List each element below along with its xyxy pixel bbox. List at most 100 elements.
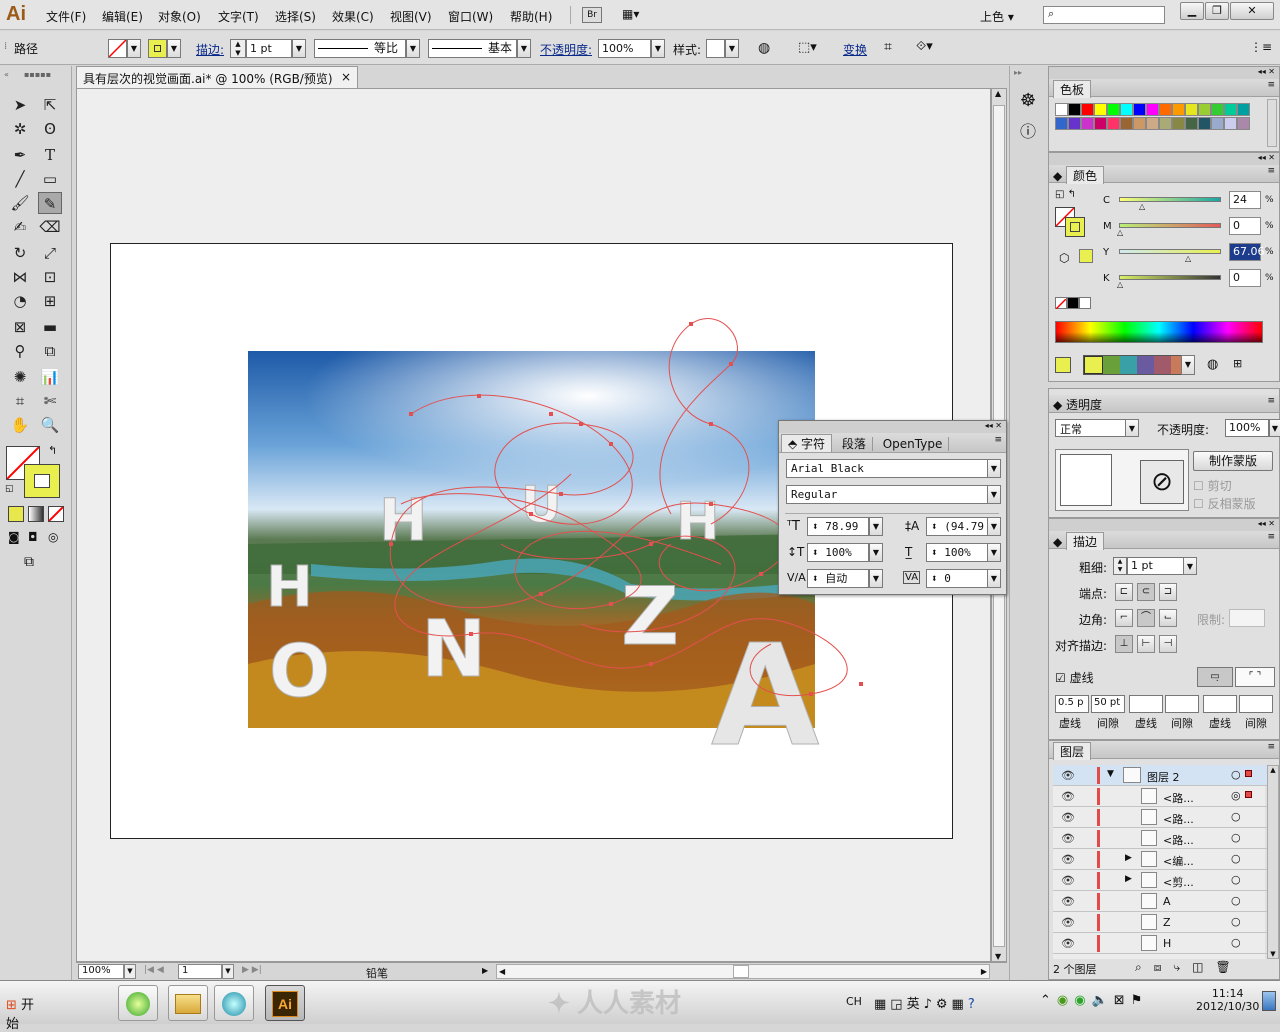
graphic-style-swatch[interactable] — [706, 39, 725, 58]
show-desktop-button[interactable] — [1262, 991, 1276, 1011]
round-cap-icon[interactable]: ⊂ — [1137, 583, 1155, 601]
layer-item[interactable]: 👁 A ○ — [1053, 891, 1273, 912]
new-sublayer-icon[interactable]: ⤷ — [1173, 960, 1192, 974]
status-menu-icon[interactable]: ▶ — [482, 966, 488, 975]
opacity-dropdown[interactable]: ▼ — [651, 39, 665, 58]
swatch[interactable] — [1133, 117, 1146, 130]
visibility-eye-icon[interactable]: 👁 — [1061, 937, 1075, 950]
expand-triangle-icon[interactable]: ▼ — [1107, 769, 1114, 779]
letter-n[interactable]: N — [421, 605, 487, 696]
zoom-dropdown[interactable]: ▼ — [124, 964, 136, 979]
taskbar-app[interactable] — [214, 985, 254, 1021]
zoom-tool-icon[interactable]: 🔍 — [38, 414, 62, 436]
c-slider-thumb[interactable]: △ — [1139, 202, 1145, 211]
square-cap-icon[interactable]: ⊐ — [1159, 583, 1177, 601]
swatch[interactable] — [1172, 103, 1185, 116]
scale-tool-icon[interactable]: ⤢ — [38, 242, 62, 264]
taskbar-browser[interactable] — [118, 985, 158, 1021]
preserve-dash-icon[interactable]: ▭̣ — [1197, 667, 1233, 687]
isolate-icon[interactable]: ⌗ — [884, 39, 892, 55]
stroke-titlebar[interactable]: ◂◂ ✕ — [1049, 519, 1279, 531]
visibility-eye-icon[interactable]: 👁 — [1061, 790, 1075, 803]
brush-definition[interactable]: 基本 — [428, 39, 517, 58]
gap-2-input[interactable] — [1165, 695, 1199, 713]
gradient-mode-button[interactable] — [28, 506, 44, 522]
pencil-tool-icon[interactable]: ✎ — [38, 192, 62, 214]
document-tab[interactable]: 具有层次的视觉画面.ai* @ 100% (RGB/预览) × — [76, 66, 358, 88]
rectangle-tool-icon[interactable]: ▭ — [38, 168, 62, 190]
c-slider[interactable] — [1119, 197, 1221, 202]
free-transform-tool-icon[interactable]: ⊡ — [38, 266, 62, 288]
gamut-color-swatch[interactable] — [1079, 249, 1093, 263]
expand-triangle-icon[interactable]: ▶ — [1125, 853, 1132, 863]
zoom-input[interactable]: 100% — [78, 964, 124, 979]
hscroll-thumb[interactable] — [733, 965, 749, 978]
horizontal-scale-dropdown[interactable]: ▼ — [987, 543, 1001, 562]
align-icon[interactable]: ⬚▾ — [798, 40, 817, 55]
target-icon[interactable]: ◎ — [1231, 789, 1241, 802]
layers-menu-icon[interactable]: ≡ — [1267, 742, 1275, 752]
stroke-menu-icon[interactable]: ≡ — [1267, 532, 1275, 542]
menu-type[interactable]: 文字(T) — [218, 8, 259, 25]
invert-mask-checkbox[interactable]: ☐ 反相蒙版 — [1193, 495, 1256, 512]
layers-title[interactable]: 图层 — [1053, 742, 1092, 760]
swatch[interactable] — [1198, 117, 1211, 130]
taskbar-illustrator[interactable]: Ai — [265, 985, 305, 1021]
default-colors-icon[interactable]: ◱ ↰ — [1055, 189, 1076, 200]
y-input[interactable]: 67.06 — [1229, 243, 1265, 261]
menu-select[interactable]: 选择(S) — [275, 8, 316, 25]
ime-indicator[interactable]: CH — [846, 995, 862, 1008]
target-icon[interactable]: ○ — [1231, 810, 1241, 823]
letter-a[interactable]: A — [711, 615, 820, 779]
workspace-switcher[interactable]: 上色 ▾ — [980, 8, 1014, 25]
swatch[interactable] — [1185, 117, 1198, 130]
m-input[interactable]: 0 — [1229, 217, 1261, 235]
swatch[interactable] — [1068, 117, 1081, 130]
swatch[interactable] — [1055, 117, 1068, 130]
weight-input[interactable]: 1 pt — [1127, 557, 1185, 575]
color-menu-icon[interactable]: ≡ — [1267, 166, 1275, 176]
eraser-tool-icon[interactable]: ⌫ — [38, 216, 62, 238]
swatch[interactable] — [1107, 103, 1120, 116]
current-color-swatch[interactable] — [1055, 357, 1071, 373]
swatch[interactable] — [1198, 103, 1211, 116]
layer-item[interactable]: 👁 ▶ <剪... ○ — [1053, 870, 1273, 891]
panel-menu-icon[interactable]: ⋮≡ — [1250, 40, 1272, 54]
swatch[interactable] — [1107, 117, 1120, 130]
fill-swatch[interactable] — [108, 39, 127, 58]
selection-tool-icon[interactable]: ➤ — [8, 94, 32, 116]
swatch[interactable] — [1081, 103, 1094, 116]
rotate-tool-icon[interactable]: ↻ — [8, 242, 32, 264]
font-family-input[interactable]: Arial Black — [786, 459, 988, 478]
swatch[interactable] — [1120, 117, 1133, 130]
y-slider[interactable] — [1119, 249, 1221, 254]
delete-icon[interactable]: 🗑 — [1215, 960, 1242, 974]
vertical-scale-dropdown[interactable]: ▼ — [869, 543, 883, 562]
locate-object-icon[interactable]: ⌕ — [1135, 960, 1154, 974]
type-tool-icon[interactable]: T — [38, 144, 62, 166]
leading-input[interactable]: ⬍ (94.79 — [926, 517, 988, 536]
font-style-dropdown[interactable]: ▼ — [987, 485, 1001, 504]
layer-item-name[interactable]: Z — [1163, 916, 1171, 929]
weight-stepper[interactable]: ▲ ▼ — [230, 39, 246, 58]
layer-item-name[interactable]: H — [1163, 937, 1171, 950]
clip-checkbox[interactable]: ☐ 剪切 — [1193, 477, 1232, 494]
swatch[interactable] — [1159, 103, 1172, 116]
layer-item-name[interactable]: <路... — [1163, 790, 1194, 806]
k-slider-thumb[interactable]: △ — [1117, 280, 1123, 289]
tab-opentype[interactable]: OpenType — [876, 437, 950, 451]
k-slider[interactable] — [1119, 275, 1221, 280]
opacity-input[interactable]: 100% — [598, 39, 651, 58]
color-title[interactable]: 颜色 — [1066, 166, 1105, 184]
kerning-input[interactable]: ⬍ 自动 — [807, 569, 869, 588]
weight-dropdown[interactable]: ▼ — [1183, 557, 1197, 575]
align-dash-icon[interactable]: ⌜ ⌝ — [1235, 667, 1275, 687]
font-size-dropdown[interactable]: ▼ — [869, 517, 883, 536]
recolor-icon[interactable]: ◍ — [1207, 357, 1218, 372]
slice-tool-icon[interactable]: ✄ — [38, 390, 62, 412]
menu-window[interactable]: 窗口(W) — [448, 8, 493, 25]
swap-fill-stroke-icon[interactable]: ↰ — [48, 444, 57, 457]
round-join-icon[interactable]: ⌒ — [1137, 609, 1155, 627]
scroll-up-icon[interactable]: ▲ — [995, 89, 1001, 98]
horizontal-scale-input[interactable]: ⬍ 100% — [926, 543, 988, 562]
